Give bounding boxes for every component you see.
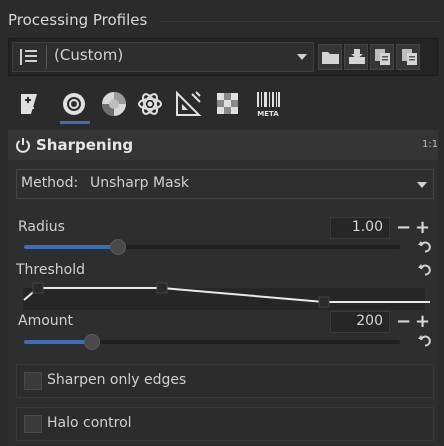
sharpen-only-edges-checkbox[interactable] xyxy=(24,372,42,390)
amount-increase-button[interactable]: + xyxy=(415,313,430,331)
radius-increase-button[interactable]: + xyxy=(415,219,430,237)
tab-color[interactable] xyxy=(100,90,128,118)
amount-slider-fill xyxy=(24,340,92,344)
method-label: Method: xyxy=(21,175,79,191)
method-value: Unsharp Mask xyxy=(90,175,190,191)
amount-decrease-button[interactable]: − xyxy=(396,313,411,331)
sharpen-only-edges-label: Sharpen only edges xyxy=(47,372,187,388)
tool-title: Sharpening xyxy=(36,136,134,154)
metadata-tab-label: META xyxy=(257,110,279,118)
method-selector[interactable] xyxy=(16,169,434,199)
power-icon[interactable] xyxy=(15,137,31,153)
advanced-tab-icon xyxy=(138,93,162,115)
active-tab-indicator xyxy=(60,121,90,124)
profile-selected-value: (Custom) xyxy=(54,46,124,64)
tab-exposure[interactable] xyxy=(16,90,44,118)
combo-separator xyxy=(46,45,47,69)
threshold-label: Threshold xyxy=(16,262,85,278)
paste-icon xyxy=(349,49,365,64)
radius-slider-fill xyxy=(24,245,118,249)
radius-label: Radius xyxy=(18,219,65,235)
reset-icon[interactable] xyxy=(418,240,432,254)
paste-partial-button[interactable] xyxy=(396,44,420,70)
chevron-down-icon[interactable] xyxy=(417,182,427,188)
list-icon xyxy=(19,47,39,67)
tab-detail[interactable] xyxy=(60,90,88,118)
amount-slider-handle[interactable] xyxy=(83,334,100,350)
copy-profile-button[interactable] xyxy=(370,44,394,70)
color-tab-icon xyxy=(102,92,126,116)
radius-slider-track[interactable] xyxy=(24,245,400,249)
copy-icon xyxy=(375,49,390,65)
processing-profiles-title: Processing Profiles xyxy=(8,11,148,29)
transform-tab-icon xyxy=(176,90,202,116)
tool-version-badge: 1:1 xyxy=(422,139,439,150)
curve-handle[interactable] xyxy=(32,282,44,294)
tab-advanced[interactable] xyxy=(136,90,164,118)
tab-transform[interactable] xyxy=(174,90,202,118)
curve-handle[interactable] xyxy=(156,282,168,294)
curve-handle[interactable] xyxy=(318,296,330,308)
radius-decrease-button[interactable]: − xyxy=(396,219,411,237)
amount-label: Amount xyxy=(18,313,74,329)
radius-input[interactable]: 1.00 xyxy=(330,217,390,239)
amount-slider-track[interactable] xyxy=(24,340,400,344)
halo-control-label: Halo control xyxy=(47,415,132,431)
metadata-tab-icon: META xyxy=(257,92,280,118)
reset-icon[interactable] xyxy=(418,334,432,348)
paste-profile-button[interactable] xyxy=(344,44,368,70)
chevron-down-icon[interactable] xyxy=(297,54,307,60)
exposure-tab-icon xyxy=(21,94,37,114)
threshold-curve[interactable] xyxy=(22,280,432,310)
section-divider xyxy=(160,21,440,22)
raw-tab-icon xyxy=(217,93,238,114)
amount-input[interactable]: 200 xyxy=(330,311,390,333)
reset-icon[interactable] xyxy=(418,263,432,277)
paste-partial-icon xyxy=(402,49,417,65)
radius-slider-handle[interactable] xyxy=(110,239,126,255)
tab-raw[interactable] xyxy=(214,90,242,118)
detail-tab-icon xyxy=(63,93,85,115)
halo-control-checkbox[interactable] xyxy=(24,415,42,433)
tab-metadata[interactable]: META xyxy=(254,90,282,118)
open-folder-icon xyxy=(322,52,339,64)
load-profile-button[interactable] xyxy=(318,44,342,70)
